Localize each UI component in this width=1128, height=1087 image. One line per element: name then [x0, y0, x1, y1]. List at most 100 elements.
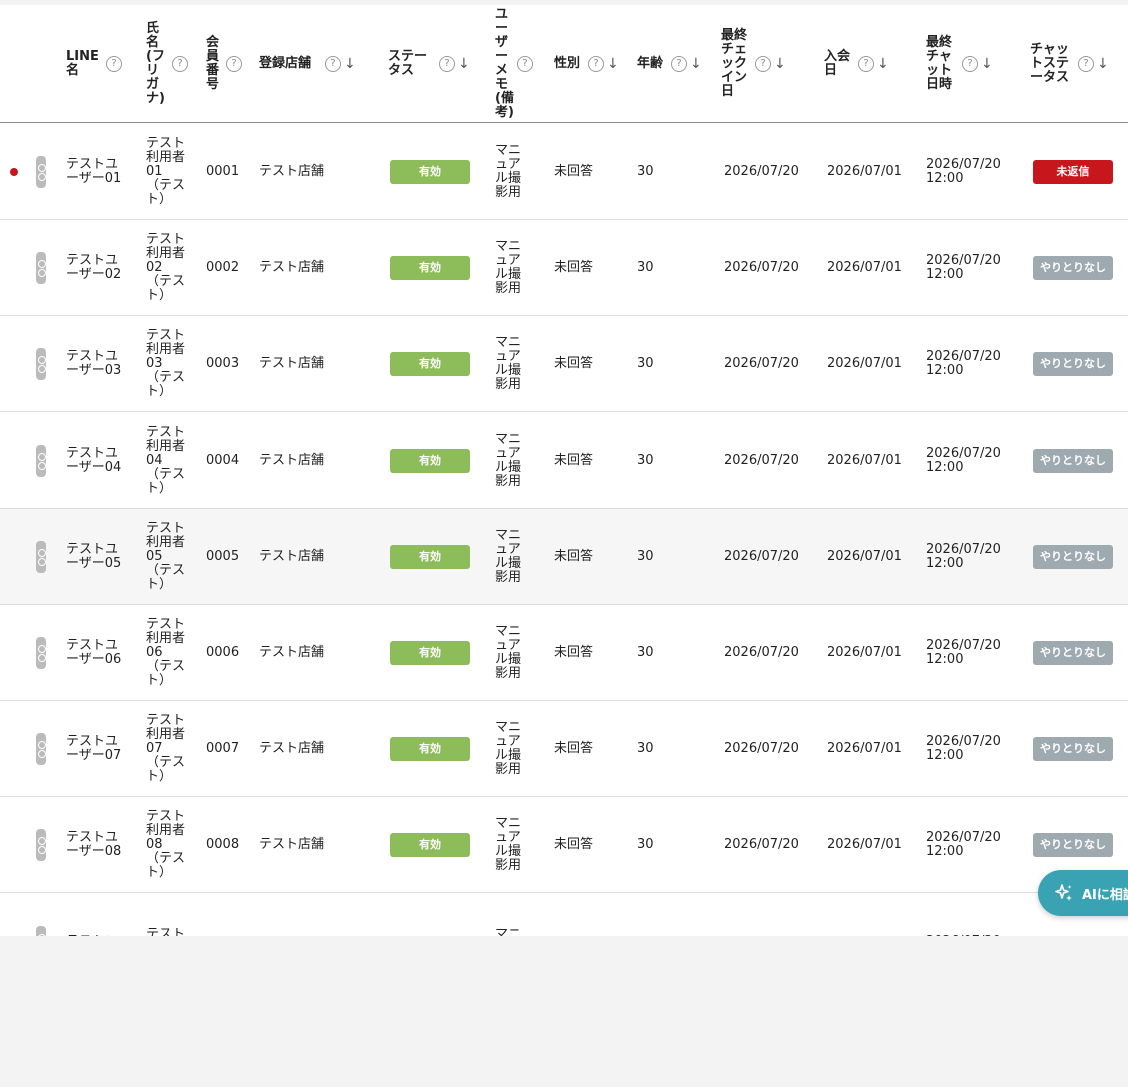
cell-age: 30 — [637, 701, 697, 797]
cell-status: 有効 — [390, 605, 472, 701]
status-badge: 有効 — [390, 544, 470, 569]
table-row[interactable]: テストユーザー04 テスト利用者04（テスト） 0004 テスト店舗 有効 マニュアル撮影… — [0, 412, 1128, 509]
gender-text: 未回答 — [554, 645, 594, 660]
cell-memo: マニュアル撮影用 — [495, 605, 525, 701]
kana-text: テスト利用者03（テスト） — [146, 328, 186, 400]
cell-gender: 未回答 — [554, 605, 624, 701]
header-store[interactable]: 登録店舗? ↓ — [259, 5, 356, 123]
age-text: 30 — [637, 260, 654, 276]
device-icon — [36, 925, 46, 936]
help-icon[interactable]: ? — [858, 56, 874, 72]
header-chat[interactable]: 最終チャット日時? ↓ — [926, 5, 993, 123]
chat-status-badge: やりとりなし — [1033, 833, 1113, 858]
help-icon[interactable]: ? — [962, 56, 978, 72]
age-text: 30 — [637, 837, 654, 853]
help-icon[interactable]: ? — [325, 56, 341, 72]
table-row[interactable]: テストユーザー08 テスト利用者08（テスト） 0008 テスト店舗 有効 マニュアル撮影… — [0, 797, 1128, 894]
cell-chatstatus: やりとりなし — [1033, 220, 1128, 316]
store-text: テスト店舗 — [259, 356, 325, 372]
cell-gender: 未回答 — [554, 124, 624, 220]
header-checkin[interactable]: 最終チェックイン日? ↓ — [721, 5, 786, 123]
member-text: 0006 — [206, 645, 240, 660]
cell-line: テストユーザー08 — [66, 797, 126, 893]
help-icon[interactable]: ? — [517, 56, 533, 72]
device-icon — [36, 540, 46, 573]
table-row[interactable]: テストユーザー06 テスト利用者06（テスト） 0006 テスト店舗 有効 マニュアル撮影… — [0, 605, 1128, 701]
store-text: テスト店舗 — [259, 452, 325, 468]
header-label: 年齢 — [637, 56, 664, 71]
cell-member: 0001 — [206, 124, 246, 220]
table-row[interactable]: テストユ テスト利用者 マニュア 2026/07/20 — [0, 893, 1128, 936]
cell-join: 2026/07/01 — [827, 509, 917, 605]
member-text: 0001 — [206, 164, 240, 179]
cell-checkin: 2026/07/20 — [724, 605, 814, 701]
cell-chatstatus: やりとりなし — [1033, 316, 1128, 412]
help-icon[interactable]: ? — [226, 56, 242, 72]
help-icon[interactable]: ? — [172, 56, 188, 72]
chat-text: 2026/07/20 12:00 — [926, 157, 1001, 186]
cell-status: 有効 — [390, 509, 472, 605]
kana-text: テスト利用者01（テスト） — [146, 136, 186, 207]
chat-text: 2026/07/20 — [926, 934, 1006, 936]
cell-chatstatus: 未返信 — [1033, 124, 1128, 220]
device-icon — [36, 637, 46, 669]
cell-kana: テスト利用者05（テスト） — [146, 509, 188, 605]
cell-store: テスト店舗 — [259, 124, 369, 220]
header-line: LINE名? — [66, 5, 122, 123]
help-icon[interactable]: ? — [755, 56, 771, 72]
header-gender[interactable]: 性別? ↓ — [554, 5, 619, 123]
age-text: 30 — [637, 452, 654, 468]
table-row[interactable]: テストユーザー05 テスト利用者05（テスト） 0005 テスト店舗 有効 マニュアル撮影… — [0, 508, 1128, 605]
header-status[interactable]: ステータス? ↓ — [388, 5, 470, 123]
header-label: 入会日 — [824, 49, 851, 78]
age-text: 30 — [637, 548, 654, 564]
kana-text: テスト利用者05（テスト） — [146, 520, 186, 592]
gender-text: 未回答 — [554, 164, 594, 179]
cell-status: 有効 — [390, 797, 472, 893]
cell-store: テスト店舗 — [259, 605, 369, 701]
cell-chat: 2026/07/20 12:00 — [926, 605, 1006, 701]
chat-text: 2026/07/20 12:00 — [926, 734, 1001, 764]
cell-gender: 未回答 — [554, 220, 624, 316]
help-icon[interactable]: ? — [1078, 56, 1094, 72]
cell-memo: マニュア — [495, 894, 525, 936]
table-row[interactable]: テストユーザー03 テスト利用者03（テスト） 0003 テスト店舗 有効 マニュアル撮影… — [0, 316, 1128, 413]
table-row[interactable]: テストユーザー01 テスト利用者01（テスト） 0001 テスト店舗 有効 マニュアル撮影… — [0, 124, 1128, 220]
cell-join — [827, 894, 917, 936]
chat-status-badge: やりとりなし — [1033, 641, 1113, 665]
cell-member: 0006 — [206, 605, 246, 701]
sort-arrow-icon[interactable]: ↓ — [877, 57, 889, 71]
join-text: 2026/07/01 — [827, 260, 902, 276]
header-chatstatus[interactable]: チャットステータス? ↓ — [1030, 5, 1109, 123]
header-age[interactable]: 年齢? ↓ — [637, 5, 702, 123]
checkin-text: 2026/07/20 — [724, 645, 799, 660]
join-text: 2026/07/01 — [827, 741, 902, 757]
header-join[interactable]: 入会日? ↓ — [824, 5, 889, 123]
table-row[interactable]: テストユーザー02 テスト利用者02（テスト） 0002 テスト店舗 有効 マニュアル撮影… — [0, 220, 1128, 317]
sort-arrow-icon[interactable]: ↓ — [344, 57, 356, 71]
sort-arrow-icon[interactable]: ↓ — [981, 57, 993, 71]
cell-age: 30 — [637, 509, 697, 605]
table-row[interactable]: テストユーザー07 テスト利用者07（テスト） 0007 テスト店舗 有効 マニュアル撮影… — [0, 701, 1128, 798]
cell-store: テスト店舗 — [259, 797, 369, 893]
age-text: 30 — [637, 356, 654, 372]
gender-text: 未回答 — [554, 741, 594, 757]
chat-text: 2026/07/20 12:00 — [926, 830, 1001, 860]
help-icon[interactable]: ? — [588, 56, 604, 72]
join-text: 2026/07/01 — [827, 645, 902, 660]
cell-line: テストユーザー02 — [66, 220, 126, 316]
kana-text: テスト利用者02（テスト） — [146, 232, 186, 304]
cell-member: 0007 — [206, 701, 246, 797]
ai-consult-button[interactable]: AIに相談 — [1038, 870, 1128, 916]
sort-arrow-icon[interactable]: ↓ — [607, 57, 619, 71]
sort-arrow-icon[interactable]: ↓ — [1097, 57, 1109, 71]
line-text: テストユーザー06 — [66, 638, 122, 667]
sort-arrow-icon[interactable]: ↓ — [690, 57, 702, 71]
sort-arrow-icon[interactable]: ↓ — [774, 57, 786, 71]
sort-arrow-icon[interactable]: ↓ — [458, 57, 470, 71]
help-icon[interactable]: ? — [106, 56, 122, 72]
cell-line: テストユーザー01 — [66, 124, 126, 220]
chat-text: 2026/07/20 12:00 — [926, 541, 1001, 571]
help-icon[interactable]: ? — [671, 56, 687, 72]
help-icon[interactable]: ? — [439, 56, 455, 72]
